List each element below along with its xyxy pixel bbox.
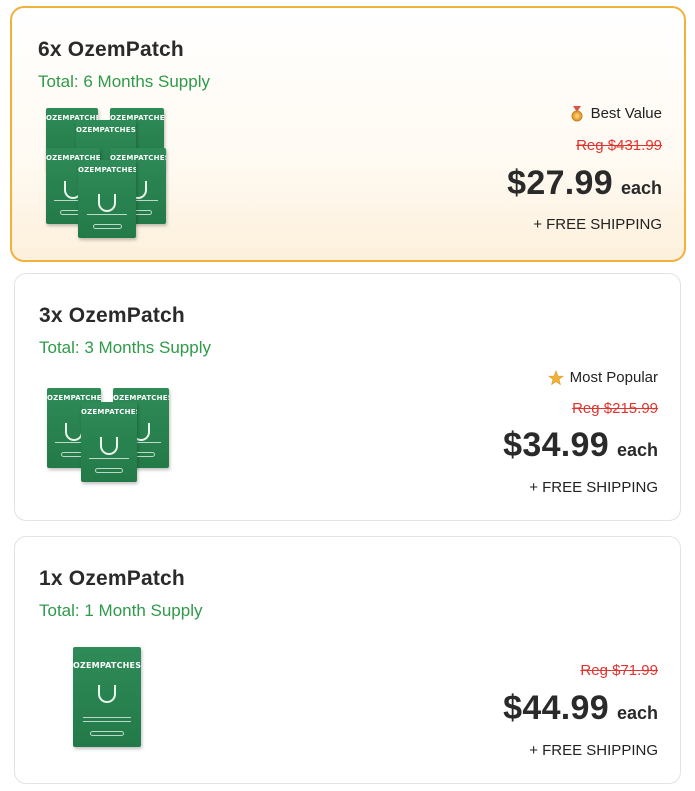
badge-label: Most Popular bbox=[569, 369, 658, 386]
offer-price: $44.99 each bbox=[503, 689, 658, 728]
offer-title: 3x OzemPatch bbox=[39, 304, 185, 327]
offer-card-6x[interactable]: 6x OzemPatch Total: 6 Months Supply OZEM… bbox=[10, 6, 686, 262]
price-amount: $44.99 bbox=[503, 689, 609, 727]
shipping-note: + FREE SHIPPING bbox=[533, 216, 662, 233]
offer-price: $34.99 each bbox=[503, 426, 658, 465]
product-image-1-box: OZEMPATCHES bbox=[73, 647, 143, 749]
shipping-note: + FREE SHIPPING bbox=[529, 742, 658, 759]
regular-price: Reg $71.99 bbox=[580, 662, 658, 679]
product-image-3-boxes: OZEMPATCHES OZEMPATCHES OZEMPATCHES bbox=[47, 388, 171, 484]
regular-price: Reg $431.99 bbox=[576, 137, 662, 154]
best-value-badge: Best Value bbox=[569, 105, 662, 122]
price-amount: $27.99 bbox=[507, 164, 613, 202]
offer-supply: Total: 6 Months Supply bbox=[38, 72, 210, 91]
price-unit: each bbox=[616, 703, 658, 723]
price-unit: each bbox=[616, 440, 658, 460]
medal-icon bbox=[569, 105, 585, 122]
badge-label: Best Value bbox=[590, 105, 662, 122]
price-unit: each bbox=[620, 178, 662, 198]
product-image-6-boxes: OZEMPATCHES OZEMPATCHES OZEMPATCHES OZEM… bbox=[46, 108, 172, 238]
offer-supply: Total: 1 Month Supply bbox=[39, 601, 203, 620]
shipping-note: + FREE SHIPPING bbox=[529, 479, 658, 496]
price-amount: $34.99 bbox=[503, 426, 609, 464]
offer-title: 6x OzemPatch bbox=[38, 38, 184, 61]
regular-price: Reg $215.99 bbox=[572, 400, 658, 417]
offer-card-3x[interactable]: 3x OzemPatch Total: 3 Months Supply OZEM… bbox=[14, 273, 681, 521]
offer-supply: Total: 3 Months Supply bbox=[39, 338, 211, 357]
most-popular-badge: Most Popular bbox=[547, 369, 658, 386]
offer-title: 1x OzemPatch bbox=[39, 567, 185, 590]
offer-price: $27.99 each bbox=[507, 164, 662, 203]
star-icon bbox=[547, 369, 564, 386]
offer-card-1x[interactable]: 1x OzemPatch Total: 1 Month Supply OZEMP… bbox=[14, 536, 681, 784]
